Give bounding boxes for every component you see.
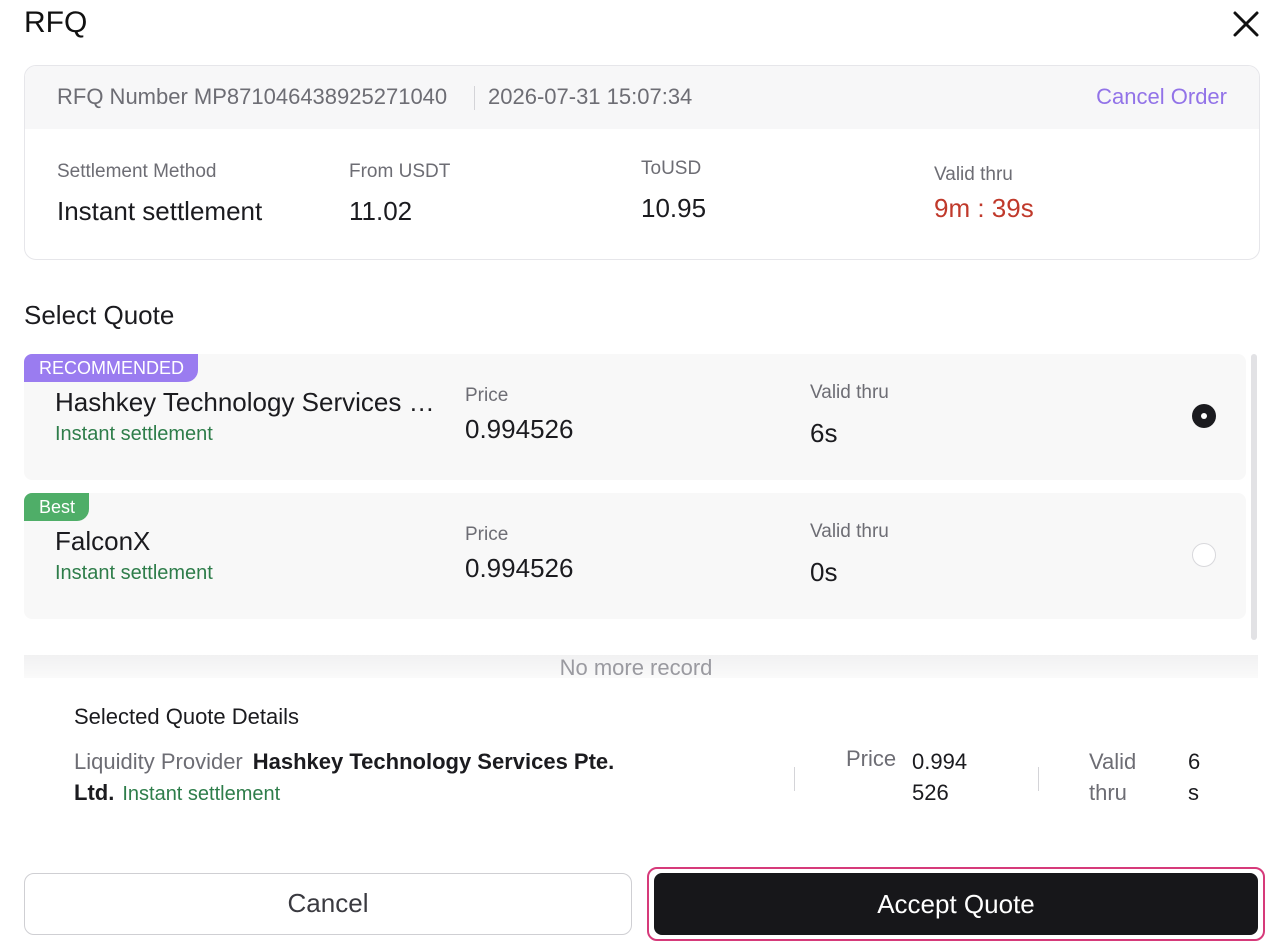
best-badge: Best — [24, 493, 90, 521]
from-amount-label: From USDT — [349, 161, 451, 182]
to-amount-label: ToUSD — [641, 158, 702, 179]
valid-thru-countdown: 9m : 39s — [934, 193, 1034, 223]
liquidity-provider-info: Liquidity Provider Hashkey Technology Ser… — [74, 746, 674, 810]
details-valid-value: 6s — [1188, 749, 1201, 805]
selected-quote-details-title: Selected Quote Details — [74, 704, 300, 729]
valid-thru-label: Valid thru — [934, 164, 1013, 185]
quote-settlement: Instant settlement — [55, 562, 213, 584]
quote-price-label: Price — [465, 524, 509, 545]
quote-price-value: 0.994526 — [465, 553, 574, 583]
quote-provider-name: FalconX — [55, 526, 151, 556]
quote-price-value: 0.994526 — [465, 414, 574, 444]
details-price-label: Price — [846, 746, 897, 771]
quote-radio-unselected[interactable] — [1192, 543, 1216, 567]
rfq-summary-panel: RFQ Number MP871046438925271040 2026-07-… — [24, 65, 1260, 260]
dialog-title: RFQ — [24, 6, 88, 39]
liquidity-provider-settlement: Instant settlement — [122, 783, 281, 805]
quote-valid-label: Valid thru — [810, 382, 889, 403]
cancel-order-link[interactable]: Cancel Order — [1096, 84, 1227, 110]
quote-valid-value: 6s — [810, 418, 838, 448]
settlement-method-label: Settlement Method — [57, 161, 217, 182]
rfq-number: RFQ Number MP871046438925271040 — [57, 84, 448, 109]
quote-radio-selected[interactable] — [1192, 404, 1216, 428]
details-divider — [1038, 767, 1039, 791]
details-divider — [794, 767, 795, 791]
no-more-record-text: No more record — [559, 655, 713, 680]
select-quote-title: Select Quote — [24, 300, 175, 330]
header-divider — [474, 86, 475, 110]
rfq-timestamp: 2026-07-31 15:07:34 — [488, 84, 693, 109]
quote-settlement: Instant settlement — [55, 423, 213, 445]
details-valid-label: Valid thru — [1089, 749, 1137, 805]
close-button[interactable] — [1228, 6, 1264, 42]
quote-card[interactable]: RECOMMENDED Hashkey Technology Services … — [24, 354, 1246, 480]
liquidity-provider-label: Liquidity Provider — [74, 749, 243, 774]
details-price-value: 0.994526 — [912, 749, 968, 805]
quote-card[interactable]: Best FalconX Instant settlement Price 0.… — [24, 493, 1246, 619]
close-icon — [1233, 11, 1259, 37]
from-amount-value: 11.02 — [349, 196, 413, 226]
quote-valid-value: 0s — [810, 557, 838, 587]
accept-quote-button[interactable]: Accept Quote — [654, 873, 1258, 935]
cancel-button[interactable]: Cancel — [24, 873, 632, 935]
quote-provider-name: Hashkey Technology Services Pte. Ltd. — [55, 387, 450, 417]
to-amount-value: 10.95 — [641, 193, 707, 223]
quote-valid-label: Valid thru — [810, 521, 889, 542]
recommended-badge: RECOMMENDED — [24, 354, 199, 382]
quote-list-scrollbar[interactable] — [1251, 354, 1257, 640]
settlement-method-value: Instant settlement — [57, 196, 263, 226]
quote-price-label: Price — [465, 385, 509, 406]
